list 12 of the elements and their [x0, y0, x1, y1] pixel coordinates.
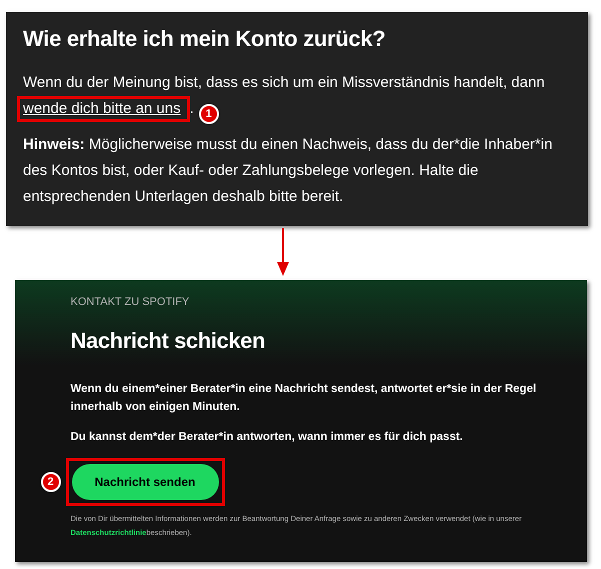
section-label: KONTAKT ZU SPOTIFY [70, 296, 190, 308]
info-paragraph: Du kannst dem*der Berater*in antworten, wann immer es für dich passt. [70, 430, 464, 445]
contact-title: Nachricht schicken [70, 328, 266, 354]
step-badge: 1 [198, 104, 219, 124]
down-arrow-icon [276, 228, 288, 276]
intro-paragraph: Wenn du der Meinung bist, dass es sich um ein Missverständnis handelt, dann wende dich bitte an uns 1 . [23, 70, 571, 122]
info-paragraph: Wenn du einem*einer Berater*in eine Nachricht sendest, antwortet er*sie in der Regel innerhalb von einigen Minuten. [70, 382, 538, 415]
contact-link[interactable]: wende dich bitte an uns [23, 100, 181, 117]
note-paragraph: Hinweis: Möglicherweise musst du einen Nachweis, dass du der*die Inhaber*in des Kontos bist, oder Kauf- oder Zahlungsbelege vorlegen. Halte die entsprechenden Unterlagen deshalb bitte bereit. [23, 135, 554, 207]
step-badge: 2 [40, 472, 60, 492]
article-title: Wie erhalte ich mein Konto zurück? [23, 26, 386, 52]
send-message-button[interactable]: Nachricht senden [72, 464, 218, 500]
